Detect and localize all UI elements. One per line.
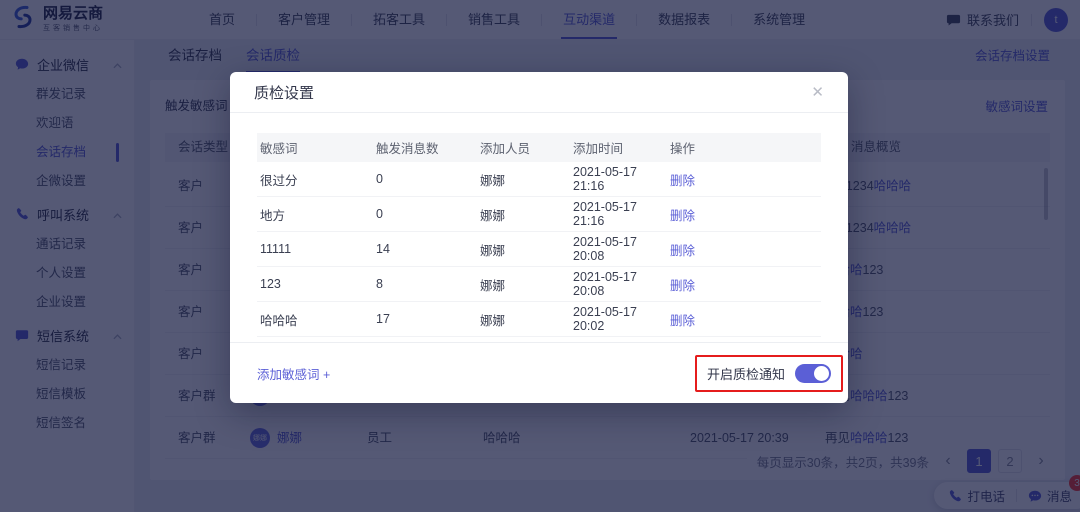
app-screen: 网易云商 互客销售中心 首页客户管理拓客工具销售工具互动渠道数据报表系统管理 联… bbox=[0, 0, 1080, 512]
cell-word: 哈哈哈 bbox=[260, 310, 376, 329]
modal-table-row: 1111114娜娜2021-05-17 20:08删除 bbox=[257, 232, 821, 267]
modal-footer: 添加敏感词 + 开启质检通知 bbox=[230, 342, 848, 403]
annotation-highlight-box: 开启质检通知 bbox=[695, 355, 843, 392]
close-icon[interactable]: ✕ bbox=[811, 85, 824, 100]
modal-col-header-1: 敏感词 bbox=[260, 138, 376, 157]
modal-table-header: 敏感词触发消息数添加人员添加时间操作 bbox=[257, 133, 821, 162]
modal-table-row: 1238娜娜2021-05-17 20:08删除 bbox=[257, 267, 821, 302]
cell-word: 很过分 bbox=[260, 170, 376, 189]
delete-link[interactable]: 删除 bbox=[670, 275, 821, 294]
modal-header: 质检设置 ✕ bbox=[230, 72, 848, 113]
modal-table-row: 哈哈哈17娜娜2021-05-17 20:02删除 bbox=[257, 302, 821, 337]
cell-person: 娜娜 bbox=[480, 170, 573, 189]
cell-time: 2021-05-17 20:08 bbox=[573, 235, 670, 263]
modal-table-rows: 很过分0娜娜2021-05-17 21:16删除地方0娜娜2021-05-17 … bbox=[257, 162, 821, 337]
cell-time: 2021-05-17 20:08 bbox=[573, 270, 670, 298]
cell-time: 2021-05-17 20:02 bbox=[573, 305, 670, 333]
delete-link[interactable]: 删除 bbox=[670, 310, 821, 329]
modal-col-header-5: 操作 bbox=[670, 138, 821, 157]
cell-person: 娜娜 bbox=[480, 240, 573, 259]
modal-col-header-2: 触发消息数 bbox=[376, 138, 480, 157]
cell-count: 17 bbox=[376, 312, 480, 326]
cell-word: 11111 bbox=[260, 242, 376, 256]
qc-notify-toggle[interactable] bbox=[795, 364, 831, 383]
cell-count: 0 bbox=[376, 207, 480, 221]
modal-title: 质检设置 bbox=[254, 82, 314, 103]
cell-word: 123 bbox=[260, 277, 376, 291]
cell-word: 地方 bbox=[260, 205, 376, 224]
cell-count: 14 bbox=[376, 242, 480, 256]
cell-time: 2021-05-17 21:16 bbox=[573, 165, 670, 193]
qc-settings-modal: 质检设置 ✕ 敏感词触发消息数添加人员添加时间操作 很过分0娜娜2021-05-… bbox=[230, 72, 848, 403]
cell-person: 娜娜 bbox=[480, 275, 573, 294]
modal-body: 敏感词触发消息数添加人员添加时间操作 很过分0娜娜2021-05-17 21:1… bbox=[230, 113, 848, 337]
modal-table-row: 很过分0娜娜2021-05-17 21:16删除 bbox=[257, 162, 821, 197]
toggle-knob bbox=[814, 366, 829, 381]
cell-person: 娜娜 bbox=[480, 310, 573, 329]
delete-link[interactable]: 删除 bbox=[670, 240, 821, 259]
add-sensitive-word-link[interactable]: 添加敏感词 + bbox=[257, 364, 330, 383]
cell-count: 8 bbox=[376, 277, 480, 291]
qc-notify-toggle-label: 开启质检通知 bbox=[707, 364, 785, 383]
modal-col-header-3: 添加人员 bbox=[480, 138, 573, 157]
delete-link[interactable]: 删除 bbox=[670, 170, 821, 189]
modal-table-row: 地方0娜娜2021-05-17 21:16删除 bbox=[257, 197, 821, 232]
cell-count: 0 bbox=[376, 172, 480, 186]
cell-person: 娜娜 bbox=[480, 205, 573, 224]
modal-col-header-4: 添加时间 bbox=[573, 138, 670, 157]
cell-time: 2021-05-17 21:16 bbox=[573, 200, 670, 228]
delete-link[interactable]: 删除 bbox=[670, 205, 821, 224]
